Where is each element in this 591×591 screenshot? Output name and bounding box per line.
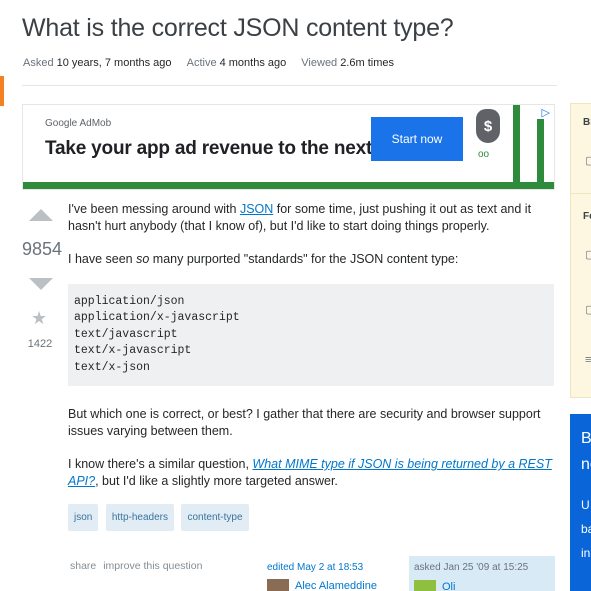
post-menu: share improve this question <box>70 560 206 572</box>
code-block: application/json application/x-javascrip… <box>68 284 554 387</box>
body-text: many purported "standards" for the JSON … <box>149 252 459 266</box>
editor-name-text[interactable]: Alec Alameddine <box>295 580 377 591</box>
downvote-arrow-icon[interactable] <box>29 278 53 290</box>
tag-list: json http-headers content-type <box>68 504 554 532</box>
active-label: Active <box>186 57 217 69</box>
favorite-star-icon[interactable]: ★ <box>31 308 47 329</box>
asker-avatar[interactable] <box>414 580 436 591</box>
ad-decor-pole-2 <box>537 119 544 184</box>
share-link[interactable]: share <box>70 560 96 572</box>
header-divider <box>22 85 557 86</box>
ad-brand: Google AdMob <box>45 118 112 129</box>
ad-headline[interactable]: Take your app ad revenue to the next lev… <box>45 138 424 160</box>
favorite-count: 1422 <box>27 338 53 350</box>
body-text: I've been messing around with <box>68 202 240 216</box>
tag-json[interactable]: json <box>68 504 99 532</box>
sidebar-heading-2: Fe <box>583 211 591 222</box>
question-body: I've been messing around with JSON for s… <box>68 201 554 532</box>
json-tag-link[interactable]: JSON <box>240 202 273 216</box>
asker-name[interactable]: Oli <box>442 581 455 591</box>
ad-decor-pole <box>513 105 520 184</box>
tag-content-type[interactable]: content-type <box>181 504 249 532</box>
upvote-arrow-icon[interactable] <box>29 209 53 221</box>
asked-timestamp: asked Jan 25 '09 at 15:25 <box>414 562 529 573</box>
body-paragraph: I have seen so many purported "standards… <box>68 251 554 268</box>
stack-icon: ≡ <box>585 354 591 366</box>
speech-bubble-icon: ▢ <box>585 249 591 261</box>
mascot-eyes-icon: oo <box>478 149 490 160</box>
body-paragraph: I've been messing around with JSON for s… <box>68 201 554 235</box>
ad-banner[interactable]: Google AdMob Take your app ad revenue to… <box>22 104 555 190</box>
editor-name[interactable]: Alec Alameddine <box>267 580 377 591</box>
viewed-value: 2.6m times <box>340 57 394 69</box>
edited-timestamp[interactable]: edited May 2 at 18:53 <box>267 562 363 573</box>
speech-bubble-icon: ▢ <box>585 304 591 316</box>
question-title[interactable]: What is the correct JSON content type? <box>22 14 454 43</box>
ad-decor-bar <box>23 182 554 189</box>
asked-label: Asked <box>23 57 54 69</box>
money-bag-icon: $ <box>476 109 500 143</box>
body-text: I know there's a similar question, <box>68 457 253 472</box>
ad-choices-icon[interactable]: ▷ <box>542 106 550 119</box>
tag-http-headers[interactable]: http-headers <box>105 504 174 532</box>
active-value[interactable]: 4 months ago <box>220 57 287 69</box>
promo-text: U <box>581 498 590 512</box>
asked-value: 10 years, 7 months ago <box>56 57 172 69</box>
body-paragraph: I know there's a similar question, What … <box>68 456 554 490</box>
sidebar-heading: Bl <box>583 117 591 128</box>
body-text: , but I'd like a slightly more targeted … <box>95 474 338 489</box>
sidebar-divider <box>571 193 591 194</box>
body-emphasis: so <box>136 252 150 266</box>
question-meta: Asked 10 years, 7 months ago Active 4 mont… <box>23 57 394 69</box>
promo-text: ne <box>581 456 591 473</box>
viewed-label: Viewed <box>301 57 338 69</box>
sidebar-promo-box[interactable]: B ne U ba in <box>570 414 591 591</box>
asker-card: asked Jan 25 '09 at 15:25 Oli <box>409 556 555 591</box>
promo-text: B <box>581 430 591 447</box>
promo-text: ba <box>581 522 591 536</box>
ad-start-button[interactable]: Start now <box>371 117 463 161</box>
left-nav-indicator <box>0 76 4 106</box>
body-text: I have seen <box>68 252 137 266</box>
speech-bubble-icon: ▢ <box>585 155 591 167</box>
body-paragraph: But which one is correct, or best? I gat… <box>68 407 541 439</box>
improve-question-link[interactable]: improve this question <box>103 560 202 572</box>
vote-count: 9854 <box>22 239 63 259</box>
promo-text: in <box>581 546 591 560</box>
sidebar-blog-box: Bl ▢ Fe ▢ ▢ ≡ <box>570 103 591 398</box>
